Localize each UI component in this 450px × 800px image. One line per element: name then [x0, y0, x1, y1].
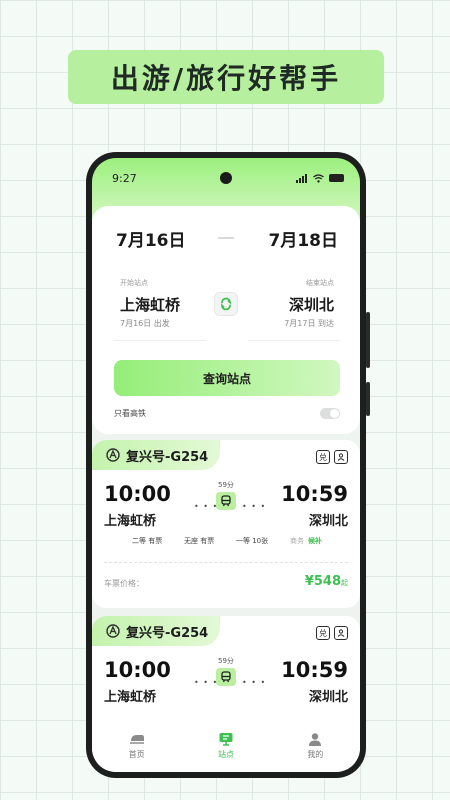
route-search-card: 7月16日 7月18日 开始站点 结束站点 上海虹桥 深圳北 7月16日 出发 …	[92, 206, 360, 434]
end-note: 7月17日 到达	[284, 319, 334, 328]
battery-icon	[329, 174, 344, 182]
station-board-icon	[219, 733, 233, 746]
end-station-label: 结束站点	[306, 279, 334, 287]
arrival-time: 10:59	[281, 658, 348, 682]
train-icon	[216, 492, 236, 510]
price-value: ¥548	[304, 574, 341, 589]
nav-item-stations[interactable]: 站点	[196, 732, 256, 760]
bottom-nav: 首页 站点 我的	[92, 720, 360, 772]
train-icon	[216, 668, 236, 686]
status-time: 9:27	[112, 171, 137, 185]
seat-first-class: 一等 10张	[236, 537, 269, 545]
hsr-only-label: 只看高铁	[114, 409, 146, 418]
train-name: 复兴号-G254	[126, 625, 209, 641]
nav-label-home: 首页	[128, 750, 145, 759]
departure-station: 上海虹桥	[104, 514, 157, 529]
trip-duration: 59分	[218, 657, 234, 665]
train-result-card[interactable]: 复兴号-G254 兑 10:00 10:59 上海虹桥 深圳北 59分 • • …	[92, 440, 360, 608]
banner-title: 出游/旅行好帮手	[110, 62, 342, 95]
seat-second-class: 二等 有票	[132, 537, 163, 545]
arrival-time: 10:59	[281, 482, 348, 506]
nav-item-home[interactable]: 首页	[107, 732, 167, 760]
hsr-only-toggle[interactable]	[320, 408, 340, 419]
promo-banner: 出游/旅行好帮手	[68, 50, 384, 104]
start-underline	[114, 340, 206, 341]
railway-logo-icon	[106, 448, 120, 462]
signal-icon	[296, 173, 308, 183]
ticket-price: ¥548起	[305, 574, 348, 589]
arrival-station: 深圳北	[308, 690, 348, 705]
start-station-label: 开始站点	[120, 279, 148, 287]
swap-icon	[221, 297, 231, 311]
front-camera	[220, 172, 232, 184]
trip-duration: 59分	[218, 481, 234, 489]
card-divider	[104, 562, 348, 563]
seat-business-class: 商务	[290, 537, 304, 545]
user-icon	[309, 733, 322, 746]
route-dots-right: • • •	[242, 502, 267, 511]
price-suffix: 起	[341, 579, 348, 587]
train-tag: 复兴号-G254	[92, 440, 220, 470]
phone-frame: 9:27 7月16日 7月18日 开始站点 结束站点 上海虹桥 深圳北 7月16…	[86, 152, 370, 778]
nav-label-stations: 站点	[217, 750, 234, 759]
date-separator	[218, 237, 234, 239]
arrival-station: 深圳北	[308, 514, 348, 529]
departure-time: 10:00	[104, 658, 171, 682]
end-station[interactable]: 深圳北	[289, 294, 334, 315]
exchange-badge[interactable]: 兑	[316, 626, 330, 640]
train-tag: 复兴号-G254	[92, 616, 220, 646]
train-name: 复兴号-G254	[126, 449, 209, 465]
departure-station: 上海虹桥	[104, 690, 157, 705]
train-home-icon	[129, 735, 144, 744]
seat-waitlist[interactable]: 候补	[308, 536, 322, 546]
person-icon[interactable]	[334, 626, 348, 640]
person-icon[interactable]	[334, 450, 348, 464]
status-icons	[296, 173, 344, 183]
power-button	[366, 382, 370, 416]
route-dots-right: • • •	[242, 678, 267, 687]
nav-label-profile: 我的	[307, 750, 324, 759]
price-label: 车票价格：	[104, 579, 144, 588]
app-screen: 9:27 7月16日 7月18日 开始站点 结束站点 上海虹桥 深圳北 7月16…	[92, 158, 360, 772]
volume-button	[366, 312, 370, 368]
exchange-badge[interactable]: 兑	[316, 450, 330, 464]
end-underline	[248, 340, 340, 341]
start-station[interactable]: 上海虹桥	[120, 294, 180, 315]
nav-item-profile[interactable]: 我的	[285, 732, 345, 760]
swap-stations-button[interactable]	[214, 292, 238, 316]
route-dots-left: • • •	[194, 678, 219, 687]
date-to[interactable]: 7月18日	[269, 226, 339, 251]
wifi-icon	[313, 173, 324, 183]
date-from[interactable]: 7月16日	[116, 226, 186, 251]
departure-time: 10:00	[104, 482, 171, 506]
route-dots-left: • • •	[194, 502, 219, 511]
seat-no-seat: 无座 有票	[184, 537, 215, 545]
start-note: 7月16日 出发	[120, 319, 170, 328]
railway-logo-icon	[106, 624, 120, 638]
search-stations-button[interactable]: 查询站点	[114, 360, 340, 396]
